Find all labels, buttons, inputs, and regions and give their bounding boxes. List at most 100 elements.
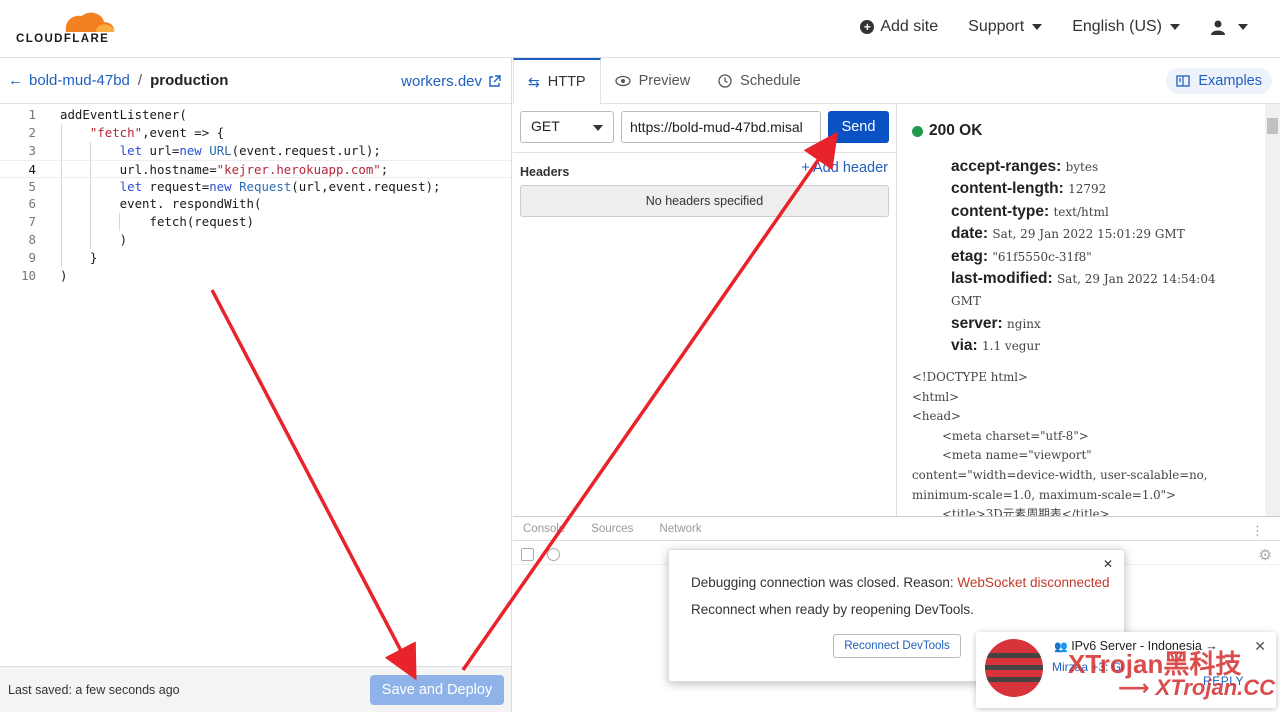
environment-label: production — [150, 72, 229, 89]
line-number: 2 — [28, 124, 36, 140]
brand-name: CLOUDFLARE — [16, 33, 110, 45]
tab-http[interactable]: ⇆ HTTP — [513, 58, 601, 104]
workers-dev-link[interactable]: workers.dev — [401, 73, 501, 90]
reconnect-devtools-button[interactable]: Reconnect DevTools — [833, 634, 961, 658]
code-line: 9 } — [0, 249, 511, 268]
response-header-row: last-modified: Sat, 29 Jan 2022 14:54:04… — [951, 270, 1216, 309]
response-header-row: content-type: text/html — [951, 202, 1109, 220]
scrollbar-thumb[interactable] — [1267, 118, 1278, 134]
close-icon[interactable]: ✕ — [1103, 557, 1113, 571]
examples-label: Examples — [1198, 73, 1262, 89]
no-headers-box: No headers specified — [520, 185, 889, 217]
avatar — [985, 639, 1043, 697]
sidebar-toggle-icon[interactable] — [521, 548, 534, 561]
examples-button[interactable]: Examples — [1166, 68, 1272, 94]
dialog-hint: Reconnect when ready by reopening DevToo… — [691, 602, 974, 617]
response-header-row: accept-ranges: bytes — [951, 158, 1099, 175]
tab-schedule[interactable]: Schedule — [704, 58, 814, 103]
chevron-down-icon — [593, 125, 603, 131]
code-line: 1 addEventListener( — [0, 106, 511, 124]
line-number: 8 — [28, 232, 36, 248]
response-header-row: content-length: 12792 — [951, 180, 1107, 198]
line-number: 3 — [28, 142, 36, 158]
save-and-deploy-button[interactable]: Save and Deploy — [370, 675, 504, 705]
clear-console-icon[interactable] — [547, 548, 560, 561]
response-header-row: via: 1.1 vegur — [951, 337, 1040, 355]
back-link[interactable]: ← bold-mud-47bd — [8, 72, 130, 89]
book-icon — [1176, 75, 1190, 87]
code-line: 10) — [0, 267, 511, 285]
chevron-down-icon — [1032, 24, 1043, 30]
method-value: GET — [531, 118, 560, 134]
preview-tabs: ⇆ HTTP Preview Schedule — [513, 58, 1280, 104]
add-header-button[interactable]: + Add header — [801, 160, 888, 176]
response-headers: accept-ranges: bytes content-length: 127… — [951, 156, 1241, 358]
user-menu[interactable] — [1210, 19, 1248, 35]
kebab-menu-icon[interactable]: ⋮ — [1251, 523, 1264, 539]
editor-pane: ← bold-mud-47bd / production workers.dev… — [0, 58, 512, 712]
response-panel: 200 OK accept-ranges: bytes content-leng… — [898, 104, 1280, 516]
cloudflare-logo[interactable]: CLOUDFLARE — [16, 8, 116, 48]
dialog-reason: WebSocket disconnected — [957, 575, 1110, 590]
dialog-message: Debugging connection was closed. Reason:… — [691, 575, 1110, 590]
editor-footer: Last saved: a few seconds ago Save and D… — [0, 666, 511, 712]
tab-preview[interactable]: Preview — [601, 58, 705, 103]
devtools-tabs: Console Sources Network — [513, 517, 1280, 541]
headers-label: Headers — [520, 165, 570, 179]
code-line: 2 "fetch",event => { — [0, 123, 511, 142]
response-scrollbar[interactable] — [1265, 104, 1280, 516]
add-site-button[interactable]: + Add site — [860, 18, 938, 36]
code-line: 3 let url=new URL(event.request.url); — [0, 141, 511, 160]
response-body: <!DOCTYPE html> <html> <head> <meta char… — [912, 370, 1208, 516]
code-editor[interactable]: 1 addEventListener( 2 "fetch",event => { … — [0, 106, 511, 285]
chevron-down-icon — [1238, 24, 1248, 30]
eye-icon — [614, 75, 631, 86]
response-header-row: server: nginx — [951, 314, 1041, 332]
language-label: English (US) — [1072, 18, 1162, 35]
breadcrumb-separator: / — [137, 72, 143, 89]
plus-circle-icon: + — [860, 20, 875, 34]
arrow-left-icon: ← — [8, 72, 23, 89]
group-icon: 👥 — [1054, 641, 1068, 653]
line-number: 4 — [28, 161, 36, 177]
response-header-row: date: Sat, 29 Jan 2022 15:01:29 GMT — [951, 225, 1185, 243]
top-bar: CLOUDFLARE + Add site Support English (U… — [0, 0, 1280, 58]
gear-icon[interactable]: ⚙ — [1259, 546, 1272, 564]
response-status: 200 OK — [912, 122, 982, 140]
line-number: 1 — [28, 107, 36, 122]
swap-arrows-icon: ⇆ — [528, 73, 540, 90]
code-line: 8 ) — [0, 231, 511, 250]
status-text: 200 OK — [929, 122, 983, 139]
tab-schedule-label: Schedule — [740, 72, 801, 89]
method-select[interactable]: GET — [520, 111, 614, 143]
request-panel: GET https://bold-mud-47bd.misal Send Hea… — [513, 104, 897, 516]
line-number: 9 — [28, 250, 36, 266]
preview-pane: ⇆ HTTP Preview Schedule Examples GET htt… — [513, 58, 1280, 712]
send-button[interactable]: Send — [828, 111, 889, 143]
code-line: 4 url.hostname="kejrer.herokuapp.com"; — [0, 159, 511, 178]
chevron-down-icon — [1170, 24, 1180, 30]
workers-dev-label: workers.dev — [401, 73, 482, 90]
language-menu[interactable]: English (US) — [1072, 18, 1180, 36]
tab-preview-label: Preview — [638, 72, 691, 89]
devtools-tab-console[interactable]: Console — [523, 523, 565, 535]
support-label: Support — [968, 18, 1025, 35]
worker-name: bold-mud-47bd — [29, 72, 130, 89]
code-line: 7 fetch(request) — [0, 213, 511, 232]
code-line: 6 event. respondWith( — [0, 195, 511, 214]
status-dot-icon — [912, 125, 923, 137]
response-header-row: etag: "61f5550c-31f8" — [951, 247, 1092, 265]
cloud-icon — [65, 12, 115, 32]
line-number: 10 — [21, 268, 36, 284]
url-input[interactable]: https://bold-mud-47bd.misal — [621, 111, 821, 143]
code-line: 5 let request=new Request(url,event.requ… — [0, 177, 511, 196]
devtools-tab-sources[interactable]: Sources — [591, 523, 633, 535]
devtools-tab-network[interactable]: Network — [659, 523, 701, 535]
divider — [513, 152, 897, 153]
user-icon — [1211, 20, 1225, 35]
support-menu[interactable]: Support — [968, 18, 1043, 36]
line-number: 6 — [28, 196, 36, 212]
clock-icon — [718, 73, 732, 88]
close-icon[interactable]: ✕ — [1254, 638, 1266, 655]
watermark-url: ⟶ XTrojan.CC — [1118, 675, 1276, 700]
